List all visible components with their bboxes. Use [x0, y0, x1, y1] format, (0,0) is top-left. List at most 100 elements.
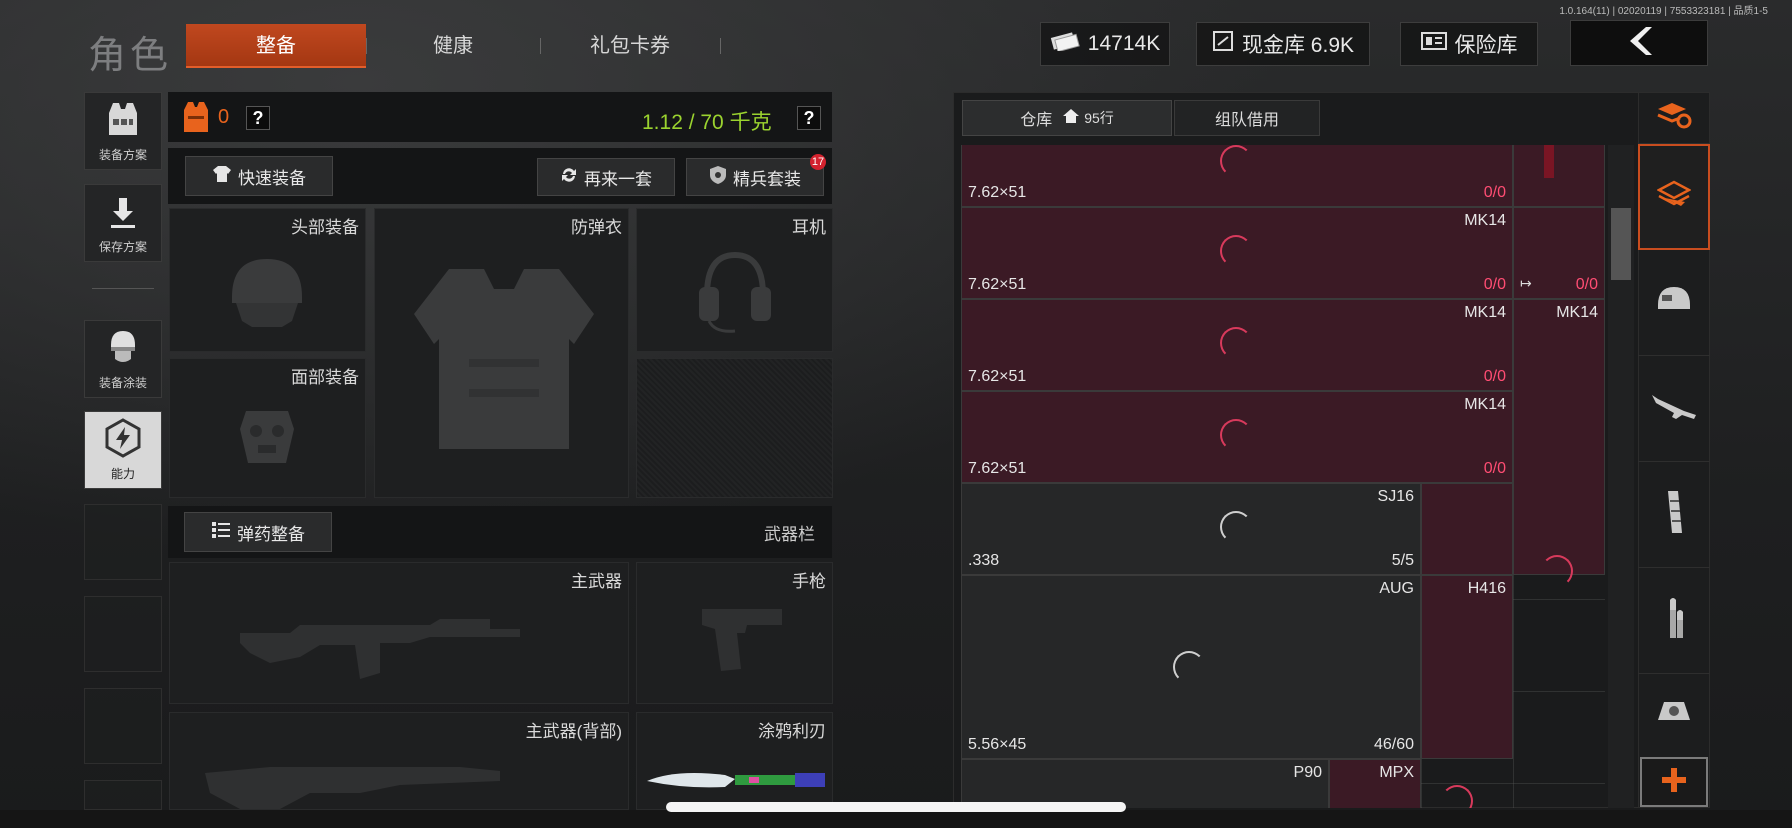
armor-orange-icon	[182, 100, 210, 139]
team-borrow-tab[interactable]: 组队借用	[1174, 100, 1320, 136]
list-item[interactable]: ↦ 0/0	[1513, 207, 1605, 299]
home-indicator[interactable]	[666, 802, 1126, 812]
list-item[interactable]: MPX	[1329, 759, 1421, 808]
save-plan-button[interactable]: 保存方案	[84, 184, 162, 262]
armor-slot[interactable]: 防弹衣	[374, 208, 629, 498]
category-rifle[interactable]	[1638, 356, 1710, 462]
scope-icon	[1654, 694, 1694, 733]
armor-count: 0	[218, 106, 230, 128]
storage-rows: 95行	[1084, 110, 1114, 126]
face-slot[interactable]: 面部装备	[169, 358, 366, 498]
item-caliber: 7.62×51	[968, 460, 1027, 477]
version-label: 1.0.164(11) | 02020119 | 7553323181 | 品质…	[1559, 6, 1768, 17]
money-value: 14714K	[1087, 32, 1161, 55]
face-slot-label: 面部装备	[291, 368, 359, 387]
knife-slot[interactable]: 涂鸦利刃	[636, 712, 833, 810]
loading-spinner-icon	[1441, 785, 1473, 808]
weight-value: 1.12 / 70 千克	[642, 111, 772, 134]
tab-gifts[interactable]: 礼包卡券	[540, 24, 720, 68]
money-display[interactable]: 14714K	[1040, 22, 1170, 66]
loading-spinner-icon	[1220, 235, 1252, 267]
plus-icon	[1660, 766, 1688, 799]
tab-health[interactable]: 健康	[366, 24, 540, 68]
armor-slot-label: 防弹衣	[571, 218, 622, 237]
item-caliber: .338	[968, 552, 1000, 569]
warehouse-grid: 7.62×51 0/0 MK14 7.62×51 0/0 MK14 7.62×5…	[961, 145, 1605, 808]
pistol-silhouette-icon	[697, 599, 787, 684]
back-button[interactable]	[1570, 20, 1708, 66]
item-count: 5/5	[1391, 552, 1414, 569]
item-thumbnail-icon	[1534, 145, 1564, 187]
sidebar-divider	[92, 288, 154, 289]
back-weapon-slot[interactable]: 主武器(背部)	[169, 712, 629, 810]
ammo-list-icon	[211, 521, 231, 544]
sort-icon	[1656, 101, 1692, 134]
sort-button[interactable]	[1638, 92, 1710, 144]
quick-equip-label: 快速装备	[238, 168, 306, 188]
bottom-bar	[0, 810, 1792, 828]
list-item[interactable]: MK14	[1513, 299, 1605, 575]
knife-label: 涂鸦利刃	[758, 722, 826, 741]
category-scope[interactable]	[1638, 674, 1710, 752]
knife-icon	[645, 765, 829, 800]
headset-slot[interactable]: 耳机	[636, 208, 833, 352]
rifle-back-silhouette-icon	[200, 753, 520, 814]
item-name: MK14	[1464, 304, 1506, 321]
help-icon[interactable]: ?	[797, 106, 821, 130]
safe-label: 保险库	[1454, 34, 1518, 57]
pistol-label: 手枪	[792, 572, 826, 591]
tab-equip[interactable]: 整备	[186, 24, 366, 68]
equip-skin-button[interactable]: 装备涂装	[84, 320, 162, 398]
category-helmet[interactable]	[1638, 250, 1710, 356]
category-all[interactable]	[1638, 144, 1710, 250]
list-item[interactable]: H416	[1421, 575, 1513, 759]
item-name: MK14	[1464, 396, 1506, 413]
help-icon[interactable]: ?	[246, 106, 270, 130]
ability-button[interactable]: 能力	[84, 411, 162, 489]
item-count: 0/0	[1575, 276, 1598, 293]
cash-vault-button[interactable]: 现金库 6.9K	[1196, 22, 1370, 66]
rifle-silhouette-icon	[230, 593, 530, 698]
head-slot[interactable]: 头部装备	[169, 208, 366, 352]
list-item[interactable]: P90	[961, 759, 1329, 808]
empty-slot	[84, 780, 162, 810]
pistol-slot[interactable]: 手枪	[636, 562, 833, 704]
category-ammo[interactable]	[1638, 568, 1710, 674]
helmet-icon	[1654, 283, 1694, 322]
item-count: 0/0	[1483, 368, 1506, 385]
elite-badge: 17	[810, 154, 826, 170]
elite-set-button[interactable]: 精兵套装	[686, 158, 824, 196]
item-caliber: 7.62×51	[968, 184, 1027, 201]
empty-gear-slot	[636, 358, 833, 498]
quick-equip-button[interactable]: 快速装备	[185, 156, 333, 196]
list-item[interactable]: SJ16 .338 5/5	[961, 483, 1421, 575]
loadout-plan-button[interactable]: 装备方案	[84, 92, 162, 170]
storage-tab-label: 仓库	[1020, 112, 1053, 129]
scrollbar-thumb[interactable]	[1611, 208, 1631, 280]
storage-tab[interactable]: 仓库 95行	[962, 100, 1172, 136]
tab-separator	[720, 38, 721, 54]
helmet-paint-icon	[103, 327, 143, 370]
headset-silhouette-icon	[695, 245, 775, 340]
again-button[interactable]: 再来一套	[537, 158, 675, 196]
item-name: SJ16	[1377, 488, 1414, 505]
primary-weapon-slot[interactable]: 主武器	[169, 562, 629, 704]
item-caliber: 5.56×45	[968, 736, 1027, 753]
shirt-icon	[212, 165, 232, 188]
export-icon: ↦	[1520, 275, 1532, 291]
helmet-silhouette-icon	[222, 247, 312, 342]
stack-icon	[1656, 178, 1692, 217]
ammo-button[interactable]: 弹药整备	[184, 512, 332, 552]
sidebar-label: 装备涂装	[98, 376, 147, 390]
armor-silhouette-icon	[409, 259, 599, 464]
primary-weapon-label: 主武器	[571, 572, 622, 591]
safe-button[interactable]: 保险库	[1400, 22, 1538, 66]
list-item[interactable]	[1421, 483, 1513, 575]
head-slot-label: 头部装备	[291, 218, 359, 237]
add-button[interactable]	[1640, 757, 1708, 807]
category-magazine[interactable]	[1638, 462, 1710, 568]
item-name: P90	[1293, 764, 1322, 781]
list-item[interactable]	[1513, 145, 1605, 207]
safe-icon	[1420, 31, 1447, 57]
item-name: AUG	[1379, 580, 1414, 597]
